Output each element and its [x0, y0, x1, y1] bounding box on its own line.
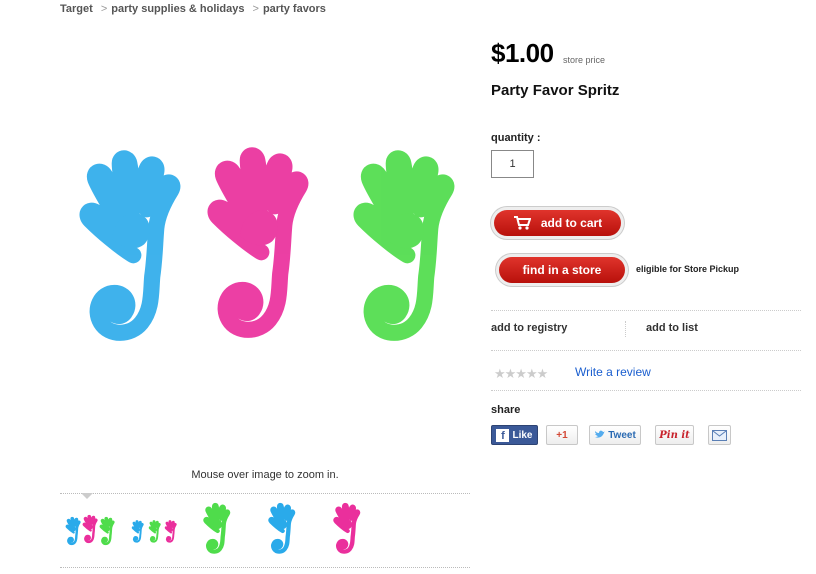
write-review-link[interactable]: Write a review [575, 365, 651, 379]
thumbnail-pink-hand[interactable] [330, 500, 370, 560]
add-to-cart-label: add to cart [540, 216, 603, 230]
facebook-like-label: Like [512, 429, 533, 441]
facebook-icon: f [496, 428, 510, 442]
thumbnail-top-rule [60, 493, 470, 494]
thumbnail-pointer [81, 493, 93, 499]
thumbnail-all-hands-1[interactable] [64, 500, 116, 560]
divider [491, 310, 801, 311]
thumbnail-all-hands-2[interactable] [130, 500, 182, 560]
breadcrumb-party-favors[interactable]: party favors [263, 3, 326, 15]
pinterest-label: Pin it [659, 429, 690, 441]
thumbnail-bottom-rule [60, 567, 470, 568]
google-plus-button[interactable]: +1 [546, 425, 578, 445]
find-in-store-label: find in a store [522, 263, 602, 277]
thumbnail-blue-hand[interactable] [265, 500, 305, 560]
rating-stars: ★★★★★ [494, 366, 548, 381]
store-pickup-note: eligible for Store Pickup [636, 264, 740, 274]
breadcrumb-separator: > [100, 3, 108, 15]
find-in-store-button[interactable]: find in a store [499, 257, 625, 283]
pink-hand-image [216, 155, 301, 329]
tweet-button[interactable]: Tweet [589, 425, 641, 445]
tweet-label: Tweet [608, 429, 636, 441]
product-price: $1.00 [491, 38, 554, 68]
twitter-bird-icon [595, 430, 606, 438]
facebook-like-button[interactable]: f Like [491, 425, 538, 445]
envelope-icon [712, 429, 727, 441]
green-hand-image [362, 158, 447, 332]
share-label: share [491, 404, 521, 416]
quantity-label: quantity : [491, 132, 541, 144]
breadcrumb: Target > party supplies & holidays > par… [60, 3, 326, 15]
product-main-image[interactable] [60, 140, 470, 360]
divider [491, 390, 801, 391]
breadcrumb-target[interactable]: Target [60, 3, 93, 15]
cart-icon [513, 216, 531, 230]
divider [625, 321, 626, 337]
breadcrumb-separator: > [252, 3, 259, 15]
product-title: Party Favor Spritz [491, 82, 620, 99]
add-to-list-link[interactable]: add to list [646, 322, 698, 334]
thumbnail-strip [60, 500, 470, 562]
pinterest-button[interactable]: Pin it [655, 425, 694, 445]
add-to-registry-link[interactable]: add to registry [491, 322, 567, 334]
blue-hand-image [88, 158, 173, 332]
zoom-hint: Mouse over image to zoom in. [191, 469, 339, 481]
quantity-input[interactable] [491, 150, 534, 178]
price-note: store price [563, 55, 606, 65]
email-share-button[interactable] [708, 425, 731, 445]
google-plus-label: +1 [556, 429, 568, 441]
breadcrumb-party-supplies[interactable]: party supplies & holidays [111, 3, 244, 15]
thumbnail-green-hand[interactable] [200, 500, 240, 560]
divider [491, 350, 801, 351]
add-to-cart-button[interactable]: add to cart [494, 210, 621, 236]
